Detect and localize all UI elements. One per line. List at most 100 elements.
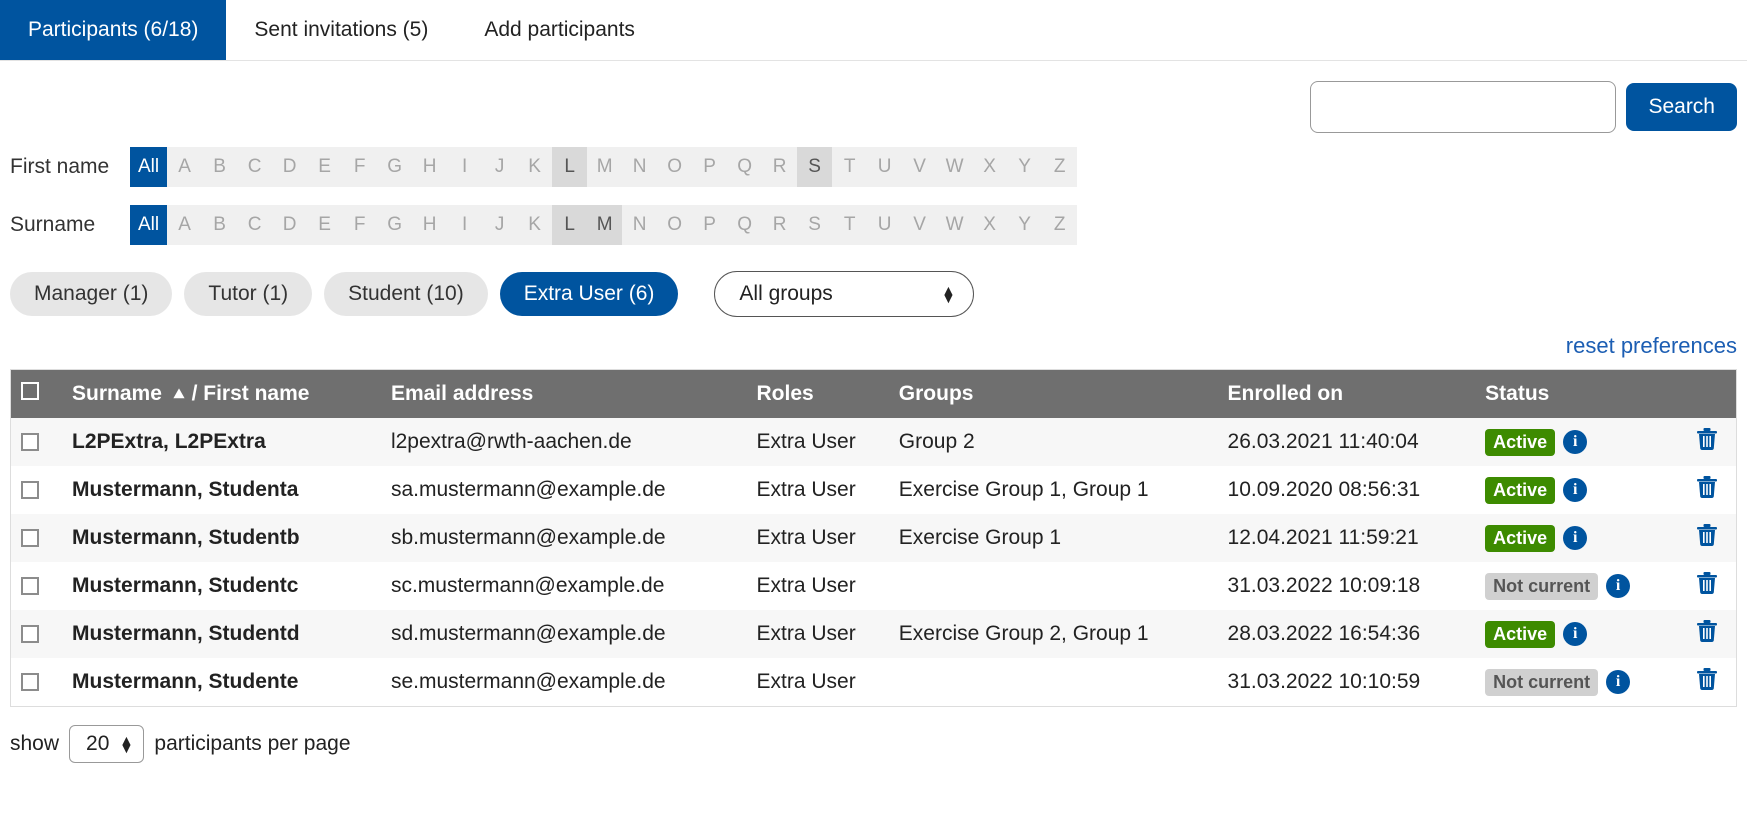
tab-0[interactable]: Participants (6/18): [0, 0, 226, 60]
alpha-letter-u[interactable]: U: [867, 147, 902, 187]
alpha-letter-x[interactable]: X: [972, 147, 1007, 187]
alpha-letter-v[interactable]: V: [902, 147, 937, 187]
alpha-letter-x[interactable]: X: [972, 205, 1007, 245]
alpha-letter-c[interactable]: C: [237, 147, 272, 187]
reset-preferences-link[interactable]: reset preferences: [1566, 333, 1737, 359]
info-icon[interactable]: i: [1563, 478, 1587, 502]
row-name: Mustermann, Studentd: [62, 610, 381, 658]
alpha-letter-s[interactable]: S: [797, 147, 832, 187]
alpha-letter-k[interactable]: K: [517, 147, 552, 187]
groups-select[interactable]: All groups▲▼: [714, 271, 974, 317]
trash-icon[interactable]: [1697, 668, 1717, 696]
table-row: Mustermann, Studentbsb.mustermann@exampl…: [11, 514, 1737, 562]
alpha-letter-f[interactable]: F: [342, 147, 377, 187]
trash-icon[interactable]: [1697, 428, 1717, 456]
alpha-letter-e[interactable]: E: [307, 205, 342, 245]
trash-icon[interactable]: [1697, 572, 1717, 600]
alpha-letter-a[interactable]: A: [167, 205, 202, 245]
row-checkbox[interactable]: [21, 673, 39, 691]
alpha-letter-k[interactable]: K: [517, 205, 552, 245]
trash-icon[interactable]: [1697, 524, 1717, 552]
tab-1[interactable]: Sent invitations (5): [226, 0, 456, 60]
alpha-all[interactable]: All: [130, 147, 167, 187]
alpha-letter-g[interactable]: G: [377, 205, 412, 245]
row-checkbox[interactable]: [21, 481, 39, 499]
alpha-letter-i[interactable]: I: [447, 147, 482, 187]
alpha-letter-o[interactable]: O: [657, 147, 692, 187]
alpha-letter-q[interactable]: Q: [727, 147, 762, 187]
alpha-letter-z[interactable]: Z: [1042, 205, 1077, 245]
alpha-letter-r[interactable]: R: [762, 205, 797, 245]
alpha-letter-b[interactable]: B: [202, 205, 237, 245]
alpha-letter-i[interactable]: I: [447, 205, 482, 245]
info-icon[interactable]: i: [1563, 622, 1587, 646]
alpha-letter-y[interactable]: Y: [1007, 205, 1042, 245]
info-icon[interactable]: i: [1606, 670, 1630, 694]
roles-header[interactable]: Roles: [747, 370, 889, 419]
tab-2[interactable]: Add participants: [456, 0, 663, 60]
select-all-header[interactable]: [11, 370, 63, 419]
search-input[interactable]: [1310, 81, 1616, 133]
alpha-letter-d[interactable]: D: [272, 147, 307, 187]
row-checkbox[interactable]: [21, 433, 39, 451]
alpha-letter-d[interactable]: D: [272, 205, 307, 245]
enrolled-header[interactable]: Enrolled on: [1218, 370, 1476, 419]
alpha-letter-p[interactable]: P: [692, 147, 727, 187]
row-checkbox[interactable]: [21, 625, 39, 643]
role-pill-0[interactable]: Manager (1): [10, 272, 172, 316]
row-checkbox[interactable]: [21, 577, 39, 595]
info-icon[interactable]: i: [1563, 526, 1587, 550]
page-size-select[interactable]: 20 ▲▼: [69, 725, 144, 763]
alpha-letter-p[interactable]: P: [692, 205, 727, 245]
alpha-letter-l[interactable]: L: [552, 147, 587, 187]
alpha-letter-s[interactable]: S: [797, 205, 832, 245]
alpha-letter-j[interactable]: J: [482, 205, 517, 245]
trash-icon[interactable]: [1697, 476, 1717, 504]
row-checkbox[interactable]: [21, 529, 39, 547]
status-header[interactable]: Status: [1475, 370, 1677, 419]
row-groups: Exercise Group 2, Group 1: [889, 610, 1218, 658]
alpha-letter-t[interactable]: T: [832, 205, 867, 245]
alpha-letter-n[interactable]: N: [622, 147, 657, 187]
main-tabs: Participants (6/18)Sent invitations (5)A…: [0, 0, 1747, 61]
alpha-letter-w[interactable]: W: [937, 147, 972, 187]
alpha-letter-m[interactable]: M: [587, 205, 622, 245]
alpha-all[interactable]: All: [130, 205, 167, 245]
alpha-letter-j[interactable]: J: [482, 147, 517, 187]
role-pill-2[interactable]: Student (10): [324, 272, 488, 316]
role-pill-1[interactable]: Tutor (1): [184, 272, 312, 316]
alpha-letter-a[interactable]: A: [167, 147, 202, 187]
alpha-letter-h[interactable]: H: [412, 205, 447, 245]
alpha-letter-e[interactable]: E: [307, 147, 342, 187]
info-icon[interactable]: i: [1606, 574, 1630, 598]
alpha-letter-n[interactable]: N: [622, 205, 657, 245]
groups-header[interactable]: Groups: [889, 370, 1218, 419]
trash-icon[interactable]: [1697, 620, 1717, 648]
alpha-letter-z[interactable]: Z: [1042, 147, 1077, 187]
email-header[interactable]: Email address: [381, 370, 747, 419]
table-row: Mustermann, Studentdsd.mustermann@exampl…: [11, 610, 1737, 658]
alpha-letter-q[interactable]: Q: [727, 205, 762, 245]
alpha-letter-h[interactable]: H: [412, 147, 447, 187]
alpha-letter-l[interactable]: L: [552, 205, 587, 245]
alpha-letter-f[interactable]: F: [342, 205, 377, 245]
alpha-letter-m[interactable]: M: [587, 147, 622, 187]
alpha-letter-u[interactable]: U: [867, 205, 902, 245]
firstname-alpha-strip: AllABCDEFGHIJKLMNOPQRSTUVWXYZ: [130, 147, 1077, 187]
alpha-letter-t[interactable]: T: [832, 147, 867, 187]
alpha-letter-r[interactable]: R: [762, 147, 797, 187]
alpha-letter-y[interactable]: Y: [1007, 147, 1042, 187]
alpha-letter-b[interactable]: B: [202, 147, 237, 187]
row-groups: [889, 658, 1218, 707]
alpha-letter-w[interactable]: W: [937, 205, 972, 245]
search-button[interactable]: Search: [1626, 83, 1737, 131]
role-pill-3[interactable]: Extra User (6): [500, 272, 679, 316]
select-all-checkbox[interactable]: [21, 382, 39, 400]
info-icon[interactable]: i: [1563, 430, 1587, 454]
alpha-letter-o[interactable]: O: [657, 205, 692, 245]
row-groups: [889, 562, 1218, 610]
alpha-letter-v[interactable]: V: [902, 205, 937, 245]
alpha-letter-c[interactable]: C: [237, 205, 272, 245]
alpha-letter-g[interactable]: G: [377, 147, 412, 187]
name-header[interactable]: Surname / First name: [62, 370, 381, 419]
